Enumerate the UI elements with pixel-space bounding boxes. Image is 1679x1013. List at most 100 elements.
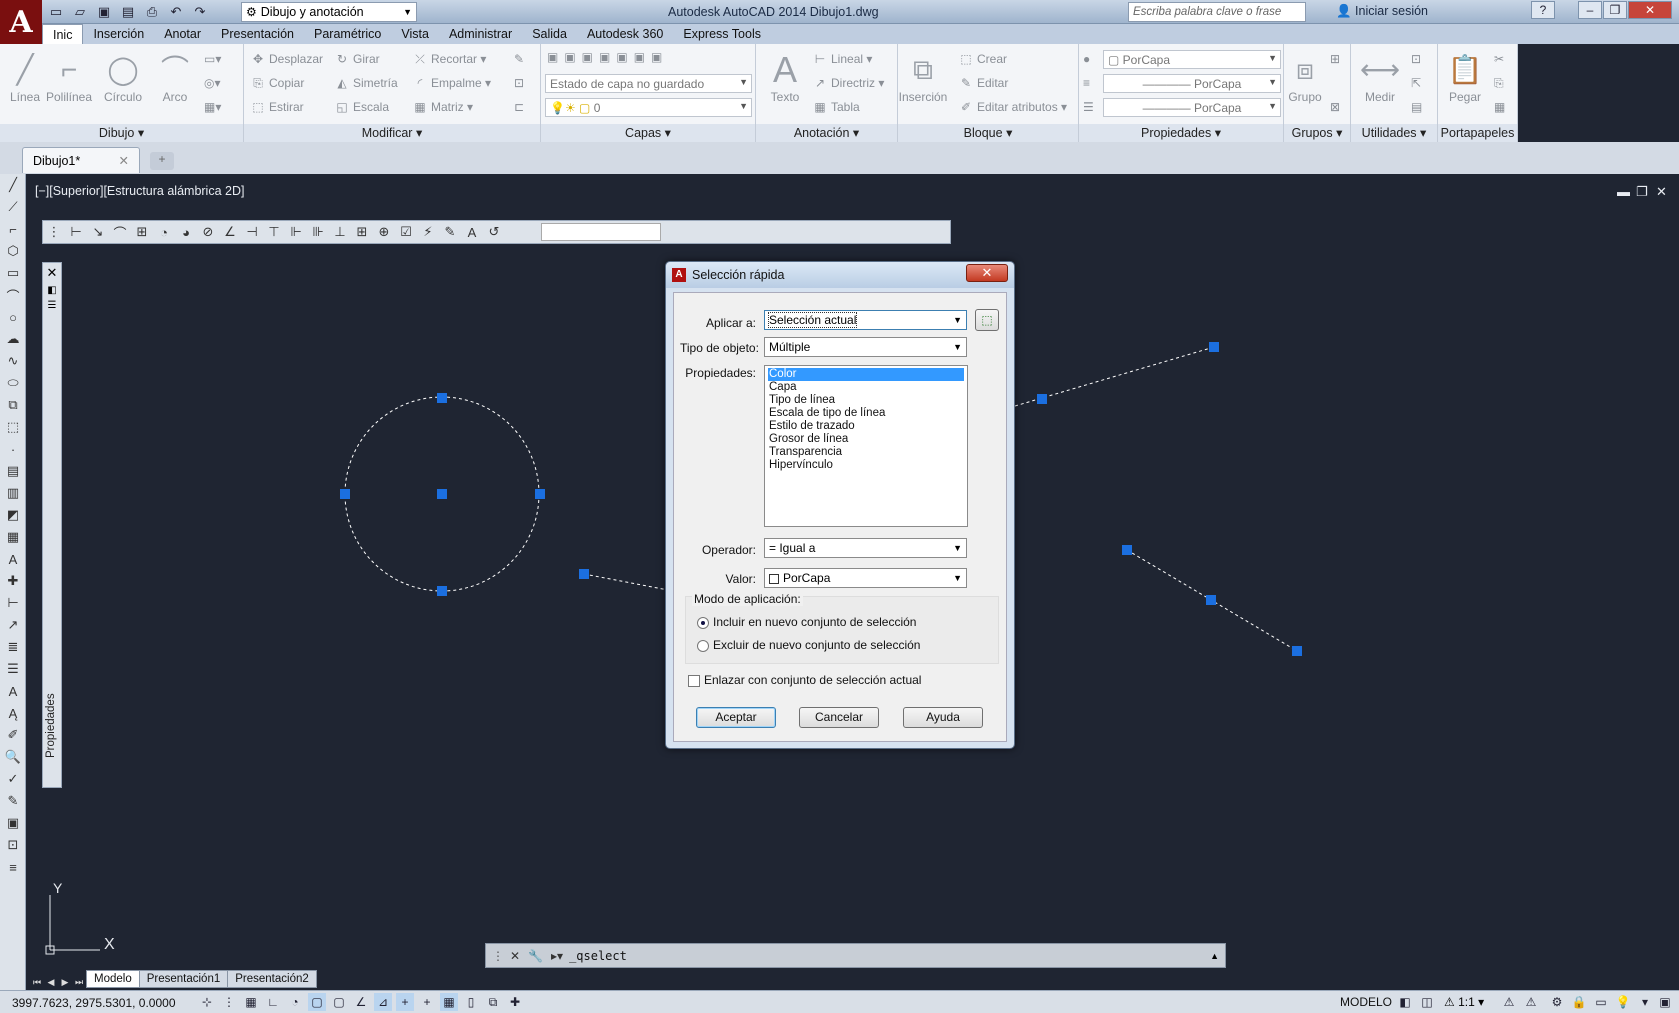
revcloud-icon[interactable]: ☁ (0, 328, 26, 350)
close-icon[interactable]: ✕ (510, 949, 520, 963)
rectangle-icon[interactable]: ▭ (0, 262, 26, 284)
tab-autodesk-360[interactable]: Autodesk 360 (577, 24, 673, 44)
tab-layout1[interactable]: Presentación1 (138, 970, 229, 988)
restore-icon[interactable]: ❐ (1603, 1, 1627, 19)
grip-handle[interactable]: ⋮ (43, 221, 65, 243)
viewport-label[interactable]: [−][Superior][Estructura alámbrica 2D] (35, 184, 244, 198)
text-icon[interactable]: A (0, 680, 26, 702)
spell-check-icon[interactable]: ✓ (0, 768, 26, 790)
tab-presentacion[interactable]: Presentación (211, 24, 304, 44)
close-icon[interactable]: ✕ (1628, 1, 1672, 19)
signin-button[interactable]: 👤 Iniciar sesión (1336, 4, 1428, 19)
inspect-icon[interactable]: ☑ (395, 221, 417, 243)
ducs-icon[interactable]: ⊿ (374, 993, 392, 1011)
move-button[interactable]: ✥ Desplazar (250, 52, 323, 66)
tolerance-icon[interactable]: ⊞ (351, 221, 373, 243)
dim-space-icon[interactable]: ⊪ (307, 221, 329, 243)
list-item[interactable]: Estilo de trazado (768, 420, 964, 433)
3d-osnap-icon[interactable]: ▢ (330, 993, 348, 1011)
line-button[interactable]: ╱ Línea (0, 50, 50, 104)
dim-break-icon[interactable]: ⊥ (329, 221, 351, 243)
clean-screen-icon[interactable]: ▣ (1656, 993, 1674, 1011)
cut-icon[interactable]: ✂ (1494, 52, 1504, 66)
otrack-icon[interactable]: ∠ (352, 993, 370, 1011)
scale-button[interactable]: ◱ Escala (334, 100, 389, 114)
group-button[interactable]: ⧈ Grupo (1280, 50, 1330, 104)
help-icon[interactable]: ? (1531, 1, 1555, 19)
grip[interactable] (437, 586, 447, 596)
lineweight-icon[interactable]: ≡ (1083, 76, 1090, 90)
list-item[interactable]: Escala de tipo de línea (768, 407, 964, 420)
quick-select-icon[interactable]: ⊡ (1411, 52, 1421, 66)
dim-text-edit-icon[interactable]: A (461, 221, 483, 243)
ortho-icon[interactable]: ∟ (264, 993, 282, 1011)
tab-anotar[interactable]: Anotar (154, 24, 211, 44)
ordinate-dim-icon[interactable]: ⊞ (131, 221, 153, 243)
linear-dim-icon[interactable]: ⊢ (65, 221, 87, 243)
tab-parametrico[interactable]: Paramétrico (304, 24, 391, 44)
color-combo[interactable]: ▢ PorCapa ▼ (1103, 50, 1281, 69)
list-item[interactable]: Grosor de línea (768, 433, 964, 446)
select-objects-button[interactable]: ⬚ (975, 309, 999, 331)
selected-line[interactable] (583, 573, 669, 591)
aligned-dim-icon[interactable]: ↘ (87, 221, 109, 243)
command-line[interactable]: ⋮ ✕ 🔧 ▸▾ _qselect ▲ (485, 943, 1226, 968)
hardware-accel-icon[interactable]: ▭ (1592, 993, 1610, 1011)
grip[interactable] (1292, 646, 1302, 656)
jogged-dim-icon[interactable]: ◕ (175, 221, 197, 243)
spline-icon[interactable]: ∿ (0, 350, 26, 372)
match-properties-icon[interactable]: ● (1083, 52, 1090, 66)
trim-button[interactable]: ⤫ Recortar ▾ (412, 52, 486, 67)
linear-dim-button[interactable]: ⊢ Lineal ▾ (812, 52, 873, 66)
ungroup-icon[interactable]: ⊞ (1330, 52, 1340, 66)
create-block-button[interactable]: ⬚ Crear (958, 52, 1007, 66)
grip[interactable] (535, 489, 545, 499)
annotation-scale[interactable]: ⚠ 1:1 ▾ (1444, 995, 1484, 1009)
viewport-close-icon[interactable]: ✕ (1656, 184, 1667, 200)
exclude-radio[interactable]: Excluir de nuevo conjunto de selección (697, 638, 920, 652)
grip[interactable] (437, 393, 447, 403)
mtext-icon[interactable]: A (0, 548, 26, 570)
annotation-visibility-icon[interactable]: ⚠ (1500, 993, 1518, 1011)
tab-inicio[interactable]: Inic (42, 24, 84, 44)
paste-button[interactable]: 📋 Pegar (1440, 50, 1490, 104)
minimize-icon[interactable]: – (1578, 1, 1602, 19)
scale-text-icon[interactable]: ⊡ (0, 834, 26, 856)
grip[interactable] (1037, 394, 1047, 404)
arc-length-icon[interactable]: ⌒ (109, 221, 131, 243)
tab-layout2[interactable]: Presentación2 (227, 970, 317, 988)
selected-line[interactable] (1014, 346, 1215, 407)
dim-icon[interactable]: ⊢ (0, 592, 26, 614)
object-type-select[interactable]: Múltiple ▼ (764, 337, 967, 357)
lineweight-icon[interactable]: + (418, 993, 436, 1011)
isolate-objects-icon[interactable]: 💡 (1614, 993, 1632, 1011)
apply-to-select[interactable]: Selección actual ▼ (764, 310, 967, 330)
region-icon[interactable]: ◩ (0, 504, 26, 526)
radius-dim-icon[interactable]: ◔ (153, 221, 175, 243)
dialog-title-bar[interactable]: A Selección rápida ✕ (666, 262, 1014, 288)
tab-administrar[interactable]: Administrar (439, 24, 522, 44)
layer-tools-icon[interactable]: ▣▣▣▣▣▣▣ (547, 50, 668, 64)
copy-clip-icon[interactable]: ⎘ (1494, 76, 1504, 91)
arc-icon[interactable]: ⌒ (0, 284, 26, 306)
append-checkbox[interactable]: Enlazar con conjunto de selección actual (688, 673, 921, 687)
viewport-restore-icon[interactable]: ❐ (1636, 184, 1648, 200)
chevron-up-icon[interactable]: ▲ (1210, 951, 1219, 961)
panel-groups-label[interactable]: Grupos ▾ (1284, 124, 1350, 142)
diameter-dim-icon[interactable]: ⊘ (197, 221, 219, 243)
erase-icon[interactable]: ✎ (514, 52, 524, 66)
tab-express-tools[interactable]: Express Tools (673, 24, 771, 44)
hatch-icon[interactable]: ▤ (0, 460, 26, 482)
operator-select[interactable]: = Igual a ▼ (764, 538, 967, 558)
panel-modify-label[interactable]: Modificar ▾ (244, 124, 540, 142)
table-button[interactable]: ▦ Tabla (812, 100, 859, 114)
properties-listbox[interactable]: Color Capa Tipo de línea Escala de tipo … (764, 365, 968, 527)
dyn-icon[interactable]: + (396, 993, 414, 1011)
calculator-icon[interactable]: ▤ (1411, 100, 1422, 114)
leader-button[interactable]: ↗ Directriz ▾ (812, 76, 884, 90)
properties-icon[interactable]: ☰ (0, 658, 26, 680)
jogged-linear-icon[interactable]: ⚡ (417, 221, 439, 243)
insert-button[interactable]: ⧉ Inserción (898, 50, 948, 104)
circle-button[interactable]: ◯ Círculo (98, 50, 148, 104)
cancel-button[interactable]: Cancelar (799, 707, 879, 728)
